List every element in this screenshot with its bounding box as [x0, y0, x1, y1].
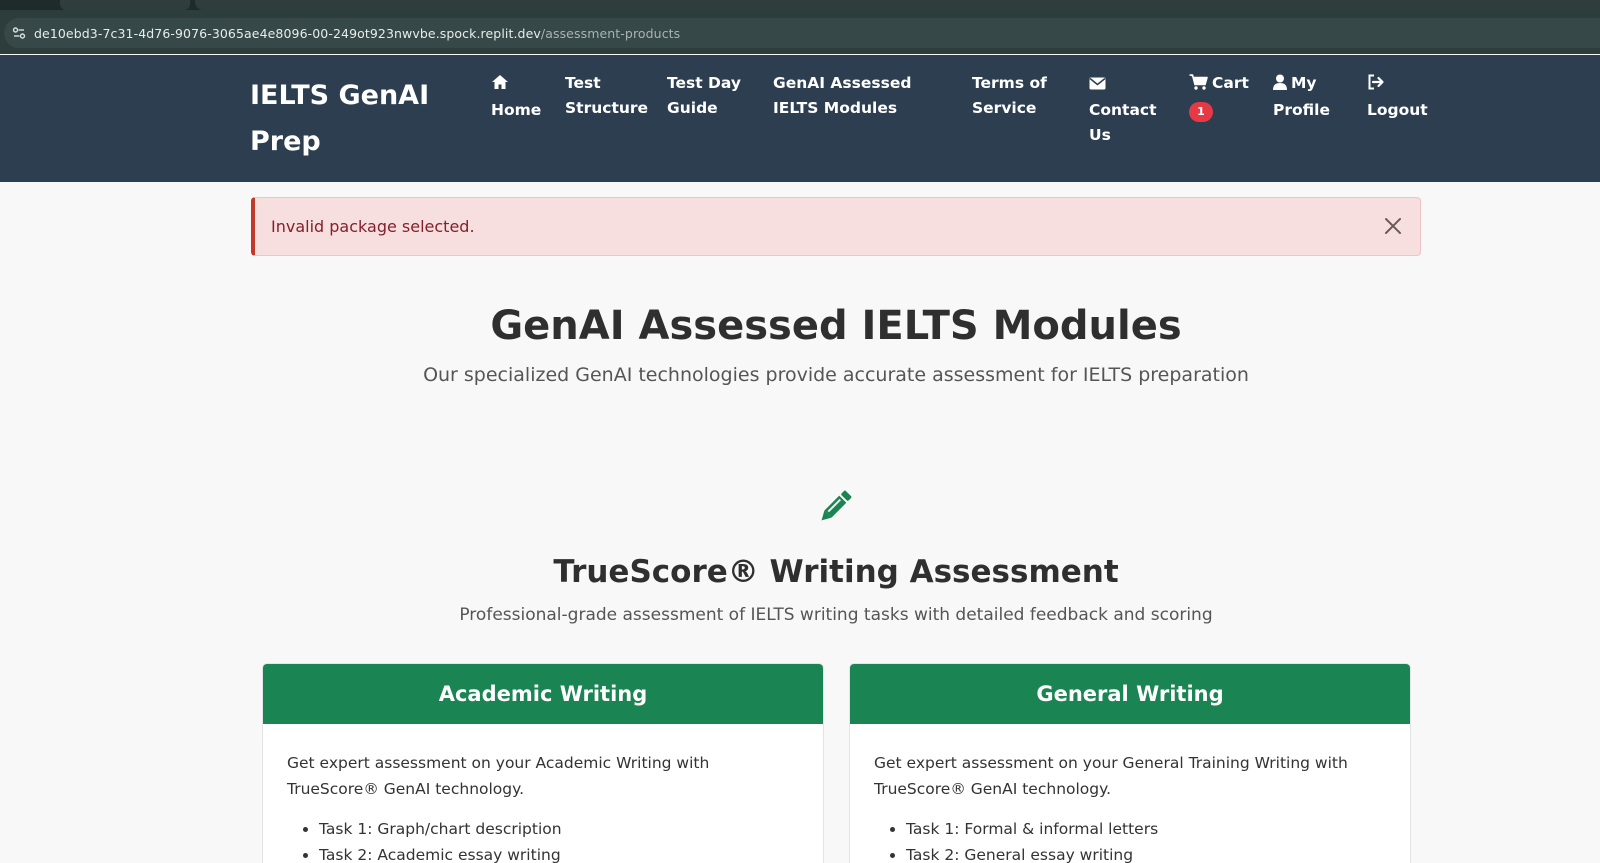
section-subtitle: Professional-grade assessment of IELTS w…: [459, 605, 1213, 625]
card-body: Get expert assessment on your General Tr…: [850, 724, 1410, 863]
feature-list: Task 1: Graph/chart description Task 2: …: [287, 816, 799, 863]
browser-tab[interactable]: [60, 0, 190, 10]
card-body: Get expert assessment on your Academic W…: [263, 724, 823, 863]
nav-contact[interactable]: Contact Us: [1089, 71, 1157, 148]
url-path: /assessment-products: [540, 25, 681, 41]
close-icon[interactable]: [1382, 215, 1404, 237]
user-icon: [1273, 73, 1287, 98]
section-title: TrueScore® Writing Assessment: [553, 554, 1119, 590]
site-settings-icon[interactable]: [4, 18, 34, 48]
list-item: Task 2: Academic essay writing: [319, 842, 799, 863]
nav-logout-label: Logout: [1367, 101, 1428, 119]
nav-cart-label: Cart: [1212, 74, 1249, 92]
card-description: Get expert assessment on your General Tr…: [874, 754, 1348, 798]
card-header: General Writing: [850, 664, 1410, 724]
list-item: Task 1: Formal & informal letters: [906, 816, 1386, 842]
url-text: de10ebd3-7c31-4d76-9076-3065ae4e8096-00-…: [34, 26, 680, 41]
nav-genai-modules-label: GenAI Assessed IELTS Modules: [773, 74, 912, 117]
url-host: de10ebd3-7c31-4d76-9076-3065ae4e8096-00-…: [34, 25, 541, 41]
browser-address-bar: de10ebd3-7c31-4d76-9076-3065ae4e8096-00-…: [0, 10, 1600, 54]
nav-test-day-guide[interactable]: Test Day Guide: [667, 71, 747, 121]
nav-terms[interactable]: Terms of Service: [972, 71, 1054, 121]
envelope-icon: [1089, 73, 1106, 98]
browser-tabstrip: [0, 0, 1600, 10]
main-navbar: IELTS GenAI Prep Home Test Structure Tes…: [0, 55, 1600, 182]
feature-list: Task 1: Formal & informal letters Task 2…: [874, 816, 1386, 863]
nav-my-profile[interactable]: My Profile: [1273, 71, 1335, 123]
nav-home[interactable]: Home: [491, 71, 541, 123]
nav-terms-label: Terms of Service: [972, 74, 1047, 117]
card-description: Get expert assessment on your Academic W…: [287, 754, 710, 798]
nav-genai-modules[interactable]: GenAI Assessed IELTS Modules: [773, 71, 949, 121]
card-header: Academic Writing: [263, 664, 823, 724]
logout-icon: [1367, 73, 1385, 98]
nav-logout[interactable]: Logout: [1367, 71, 1428, 123]
nav-home-label: Home: [491, 101, 542, 119]
academic-writing-card: Academic Writing Get expert assessment o…: [262, 663, 824, 863]
site-brand[interactable]: IELTS GenAI Prep: [250, 73, 450, 165]
cart-icon: [1189, 73, 1208, 98]
list-item: Task 2: General essay writing: [906, 842, 1386, 863]
nav-test-day-guide-label: Test Day Guide: [667, 74, 742, 117]
cart-count-badge: 1: [1189, 102, 1213, 122]
nav-cart[interactable]: Cart 1: [1189, 71, 1249, 123]
nav-test-structure[interactable]: Test Structure: [565, 71, 649, 121]
list-item: Task 1: Graph/chart description: [319, 816, 799, 842]
page-title: GenAI Assessed IELTS Modules: [490, 303, 1182, 349]
nav-test-structure-label: Test Structure: [565, 74, 649, 117]
nav-contact-label: Contact Us: [1089, 101, 1157, 144]
home-icon: [491, 73, 509, 98]
general-writing-card: General Writing Get expert assessment on…: [849, 663, 1411, 863]
alert-message: Invalid package selected.: [271, 217, 475, 236]
url-field[interactable]: de10ebd3-7c31-4d76-9076-3065ae4e8096-00-…: [4, 18, 1600, 48]
error-alert: Invalid package selected.: [251, 197, 1421, 256]
page-subtitle: Our specialized GenAI technologies provi…: [423, 364, 1249, 386]
browser-tab-active[interactable]: [195, 0, 1600, 10]
pencil-icon: [813, 485, 857, 529]
